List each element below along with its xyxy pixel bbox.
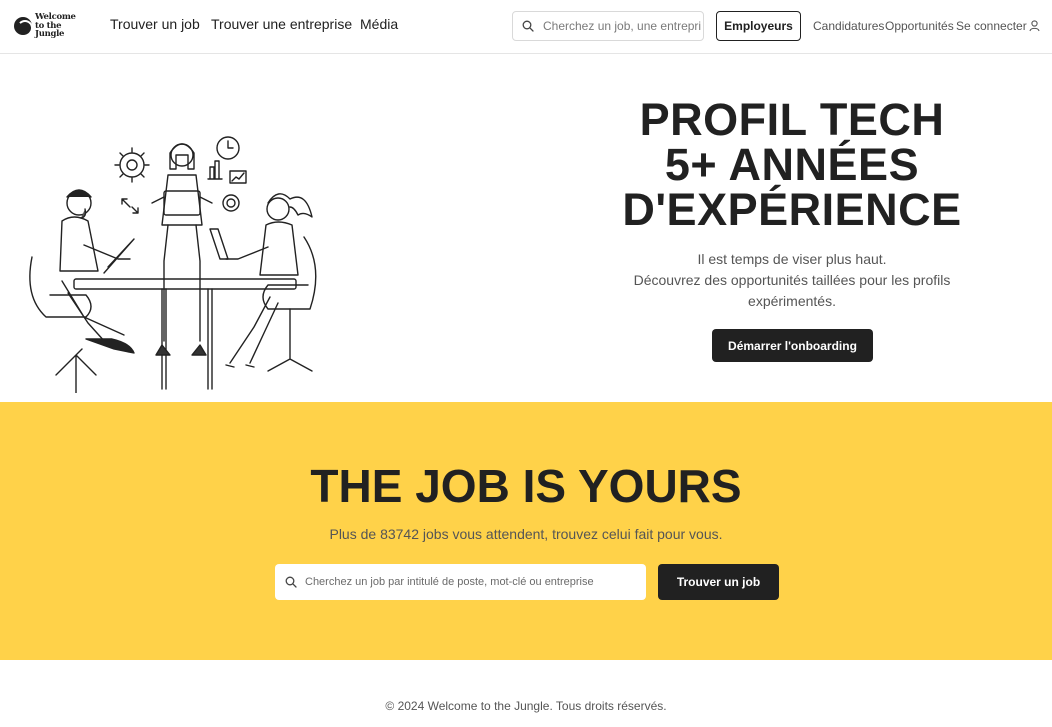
nav-find-job[interactable]: Trouver un job (110, 16, 200, 32)
applications-link[interactable]: Candidatures (813, 19, 884, 33)
trend-chart-icon (229, 170, 247, 184)
nav-media[interactable]: Média (360, 16, 398, 32)
login-link[interactable]: Se connecter (956, 19, 1027, 33)
hero-subtitle-line-3: expérimentés. (748, 293, 836, 309)
header-search-box (512, 11, 704, 41)
search-icon (285, 576, 297, 588)
find-job-button[interactable]: Trouver un job (658, 564, 779, 600)
logo-mark-icon (14, 17, 33, 36)
settings-circle-icon (222, 194, 240, 212)
hero-title: PROFIL TECH 5+ ANNÉES D'EXPÉRIENCE (592, 97, 992, 232)
hero-title-line-3: D'EXPÉRIENCE (622, 184, 962, 235)
arrows-icon (121, 198, 139, 214)
copyright-text: © 2024 Welcome to the Jungle. Tous droit… (385, 699, 667, 713)
user-icon[interactable] (1029, 20, 1040, 32)
clock-icon (216, 136, 240, 160)
header-search-input[interactable] (543, 12, 701, 40)
gear-icon (114, 147, 150, 183)
hero-subtitle-line-2: Découvrez des opportunités taillées pour… (633, 272, 951, 288)
nav-find-company[interactable]: Trouver une entreprise (211, 16, 352, 32)
opportunities-link[interactable]: Opportunités (885, 19, 954, 33)
job-search-section: THE JOB IS YOURS Plus de 83742 jobs vous… (0, 402, 1052, 660)
job-search-input[interactable] (305, 564, 641, 600)
woman-with-tablet (151, 143, 213, 356)
employers-button[interactable]: Employeurs (716, 11, 801, 41)
hero-title-line-1: PROFIL TECH (639, 94, 945, 145)
top-navigation-bar: Welcome to the Jungle Trouver un job Tro… (0, 0, 1052, 54)
job-search-subtitle: Plus de 83742 jobs vous attendent, trouv… (329, 526, 723, 542)
footer: © 2024 Welcome to the Jungle. Tous droit… (0, 660, 1052, 727)
team-working-illustration (29, 136, 317, 393)
job-search-box (275, 564, 646, 600)
welcome-to-the-jungle-logo[interactable]: Welcome to the Jungle (14, 13, 88, 39)
job-search-title: THE JOB IS YOURS (310, 460, 742, 512)
hero-subtitle-line-1: Il est temps de viser plus haut. (697, 251, 887, 267)
hero-section: PROFIL TECH 5+ ANNÉES D'EXPÉRIENCE Il es… (0, 55, 1052, 402)
woman-with-laptop (209, 193, 317, 372)
search-icon (522, 20, 534, 32)
man-with-laptop (29, 189, 135, 393)
start-onboarding-button[interactable]: Démarrer l'onboarding (712, 329, 873, 362)
hero-title-line-2: 5+ ANNÉES (664, 139, 920, 190)
hero-subtitle: Il est temps de viser plus haut. Découvr… (592, 249, 992, 312)
logo-line-2: to the Jungle (35, 20, 65, 40)
logo-wordmark: Welcome to the Jungle (35, 13, 88, 39)
bar-chart-icon (207, 160, 223, 180)
